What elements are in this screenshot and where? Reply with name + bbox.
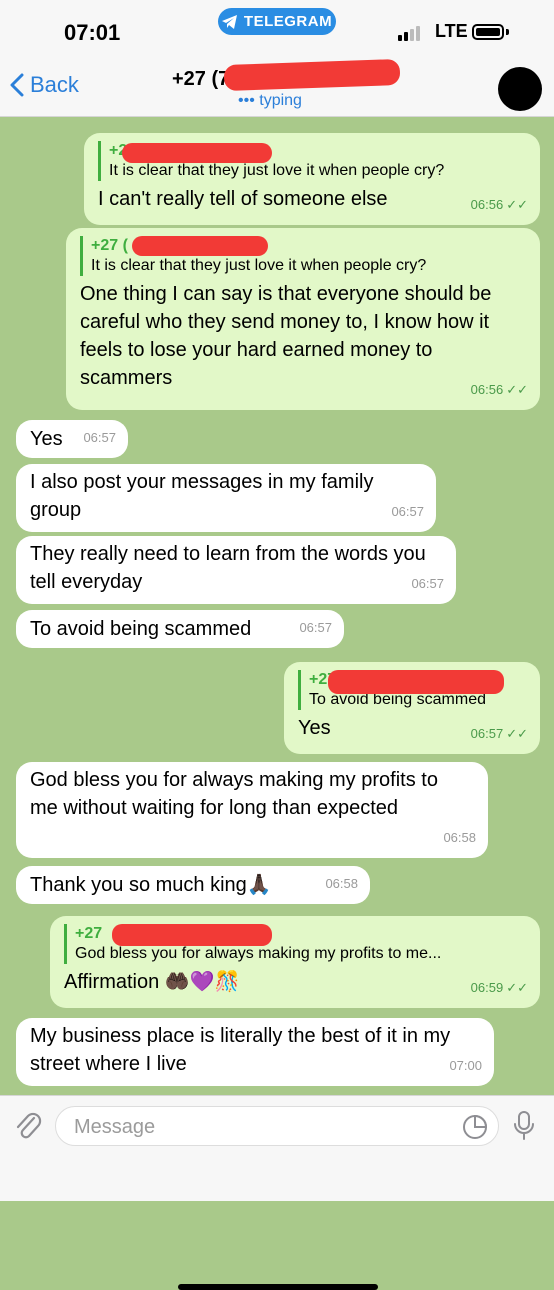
message-meta: 06:56 ✓✓ — [471, 376, 528, 404]
reply-text: God bless you for always making my profi… — [75, 945, 442, 962]
network-label: LTE — [435, 21, 468, 41]
message-bubble-incoming[interactable]: I also post your messages in my family g… — [16, 464, 436, 532]
message-text: God bless you for always making my profi… — [30, 769, 438, 819]
read-ticks-icon: ✓✓ — [506, 980, 528, 995]
message-text: My business place is literally the best … — [30, 1025, 451, 1075]
message-time: 07:00 — [449, 1058, 482, 1073]
message-meta: 06:57 — [299, 614, 332, 642]
message-bubble-incoming[interactable]: God bless you for always making my profi… — [16, 762, 488, 858]
avatar[interactable] — [498, 67, 542, 111]
message-meta: 06:58 — [325, 870, 358, 898]
redaction-mark — [328, 670, 504, 694]
message-meta: 06:57 ✓✓ — [471, 720, 528, 748]
message-bubble-incoming[interactable]: Thank you so much king🙏🏿 06:58 — [16, 866, 370, 904]
read-ticks-icon: ✓✓ — [506, 197, 528, 212]
message-bubble-incoming[interactable]: To avoid being scammed 06:57 — [16, 610, 344, 648]
message-bubble-incoming[interactable]: My business place is literally the best … — [16, 1018, 494, 1086]
chat-title[interactable]: +27 (7 — [172, 68, 229, 91]
message-bubble-incoming[interactable]: They really need to learn from the words… — [16, 536, 456, 604]
message-meta: 06:58 — [443, 824, 476, 852]
message-input-bar — [0, 1095, 554, 1290]
message-bubble-outgoing[interactable]: +27 God bless you for always making my p… — [50, 916, 540, 1008]
message-text: Affirmation 🤲🏿💜🎊 — [64, 971, 240, 993]
redaction-mark — [122, 143, 272, 163]
telegram-icon — [221, 14, 237, 29]
typing-status: ••• typing — [238, 92, 302, 109]
message-meta: 07:00 — [449, 1052, 482, 1080]
message-time: 06:57 — [470, 726, 504, 741]
attach-icon[interactable] — [14, 1110, 42, 1142]
reply-text: It is clear that they just love it when … — [109, 162, 445, 179]
battery-tip — [506, 29, 509, 35]
reply-text: It is clear that they just love it when … — [91, 257, 427, 274]
message-bubble-outgoing[interactable]: +27 To avoid being scammed Yes 06:57 ✓✓ — [284, 662, 540, 754]
battery-icon — [472, 24, 504, 40]
message-time: 06:57 — [391, 504, 424, 519]
back-label: Back — [30, 72, 79, 97]
chat-header: Back +27 (7 ••• typing — [0, 58, 554, 117]
status-time: 07:01 — [64, 20, 121, 45]
message-text: One thing I can say is that everyone sho… — [80, 283, 492, 389]
message-time: 06:58 — [443, 830, 476, 845]
sticker-icon[interactable] — [462, 1114, 488, 1140]
telegram-pill-label: TELEGRAM — [243, 13, 333, 30]
message-text: Thank you so much king🙏🏿 — [30, 874, 272, 896]
home-indicator — [178, 1284, 378, 1290]
message-bubble-incoming[interactable]: Yes 06:57 — [16, 420, 128, 458]
redaction-mark — [223, 58, 401, 92]
message-field[interactable] — [55, 1106, 499, 1146]
read-ticks-icon: ✓✓ — [506, 382, 528, 397]
message-time: 06:56 — [470, 197, 504, 212]
chevron-left-icon — [10, 73, 24, 97]
status-bar: 07:01 TELEGRAM LTE — [0, 0, 554, 62]
message-meta: 06:59 ✓✓ — [471, 974, 528, 1002]
message-text: To avoid being scammed — [30, 618, 252, 640]
read-ticks-icon: ✓✓ — [506, 726, 528, 741]
message-input[interactable] — [72, 1113, 456, 1141]
signal-icon — [398, 26, 420, 41]
message-text: Yes — [30, 428, 63, 450]
message-text: They really need to learn from the words… — [30, 543, 426, 593]
microphone-icon[interactable] — [512, 1110, 536, 1142]
message-meta: 06:57 — [411, 570, 444, 598]
message-time: 06:58 — [325, 876, 358, 891]
back-button[interactable]: Back — [10, 72, 79, 98]
message-time: 06:57 — [299, 620, 332, 635]
message-time: 06:57 — [83, 430, 116, 445]
message-bubble-outgoing[interactable]: +27 (7 It is clear that they just love i… — [84, 133, 540, 225]
message-meta: 06:57 — [83, 424, 116, 452]
message-bubble-outgoing[interactable]: +27 ( It is clear that they just love it… — [66, 228, 540, 410]
message-time: 06:59 — [470, 980, 504, 995]
message-time: 06:57 — [411, 576, 444, 591]
redaction-mark — [112, 924, 272, 946]
telegram-pill[interactable]: TELEGRAM — [218, 8, 336, 35]
message-meta: 06:56 ✓✓ — [471, 191, 528, 219]
message-text: I also post your messages in my family g… — [30, 471, 374, 521]
message-time: 06:56 — [470, 382, 504, 397]
redaction-mark — [132, 236, 268, 256]
message-text: I can't really tell of someone else — [98, 188, 388, 210]
message-meta: 06:57 — [391, 498, 424, 526]
